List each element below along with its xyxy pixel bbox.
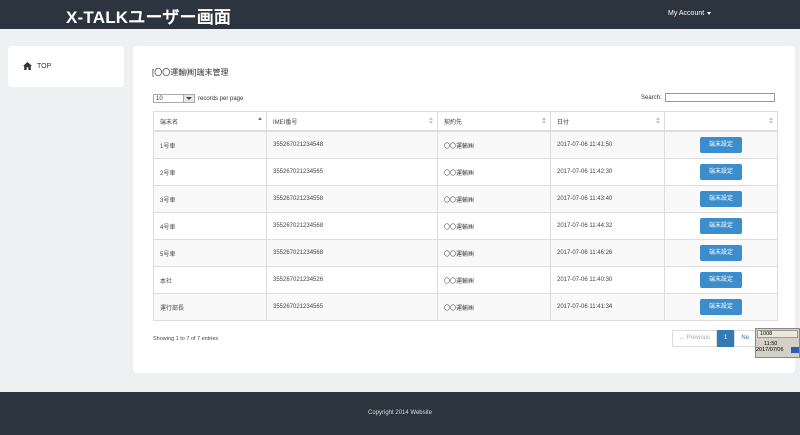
cell-contract: 〇〇運輸㈱ (437, 239, 551, 267)
ime-label: 1008 (760, 331, 773, 337)
column-header-label: IMEI番号 (273, 119, 298, 126)
table-info: Showing 1 to 7 of 7 entries (153, 336, 219, 342)
cell-contract: 〇〇運輸㈱ (437, 130, 551, 159)
terminal-settings-button[interactable]: 端末設定 (700, 164, 742, 180)
page-title: [〇〇運輸㈱]端末管理 (152, 68, 229, 77)
cell-contract: 〇〇運輸㈱ (437, 293, 551, 321)
column-header-label: 端末名 (160, 119, 179, 126)
terminal-settings-button[interactable]: 端末設定 (700, 299, 742, 315)
search-input[interactable] (664, 93, 775, 102)
app-title: X-TALKユーザー画面 (66, 8, 232, 27)
column-header-action[interactable] (664, 111, 778, 132)
cell-terminal-name: 4号車 (153, 212, 267, 240)
terminal-settings-button[interactable]: 端末設定 (700, 272, 742, 288)
cell-action: 端末設定 (664, 212, 778, 240)
my-account-label: My Account (668, 10, 705, 17)
tray-date: 2017/07/06 (756, 347, 784, 353)
cell-date: 2017-07-06 11:46:26 (550, 239, 665, 267)
terminal-table: 端末名 IMEI番号 契約先 日付 1号車 355267021234548 〇〇… (153, 111, 778, 321)
my-account-menu[interactable]: My Account (668, 10, 712, 17)
cell-terminal-name: 5号車 (153, 239, 267, 267)
cell-contract: 〇〇運輸㈱ (437, 185, 551, 213)
cell-action: 端末設定 (664, 158, 778, 186)
table-search: Search: (641, 93, 775, 102)
column-header-label: 日付 (557, 119, 570, 126)
home-icon (23, 62, 32, 70)
cell-date: 2017-07-06 11:41:34 (550, 293, 665, 321)
column-header-imei[interactable]: IMEI番号 (266, 111, 438, 132)
pagination-previous[interactable]: ← Previous (672, 330, 718, 347)
table-row: 本社 355267021234526 〇〇運輸㈱ 2017-07-06 11:4… (153, 266, 778, 294)
sort-icon (429, 117, 433, 125)
cell-action: 端末設定 (664, 130, 778, 159)
cell-terminal-name: 本社 (153, 266, 267, 294)
cell-imei: 355267021234568 (266, 212, 438, 240)
records-per-page-select[interactable]: 10 (153, 94, 195, 103)
sidebar-item-label: TOP (37, 62, 52, 70)
sidebar-item-top[interactable]: TOP (23, 62, 51, 70)
cell-date: 2017-07-06 11:40:30 (550, 266, 665, 294)
terminal-settings-button[interactable]: 端末設定 (700, 245, 742, 261)
terminal-settings-button[interactable]: 端末設定 (700, 137, 742, 153)
cell-imei: 355267021234548 (266, 130, 438, 159)
cell-action: 端末設定 (664, 266, 778, 294)
cell-terminal-name: 3号車 (153, 185, 267, 213)
sidebar: TOP (8, 46, 124, 87)
table-row: 3号車 355267021234558 〇〇運輸㈱ 2017-07-06 11:… (153, 185, 778, 213)
search-label: Search: (641, 94, 662, 101)
terminal-settings-button[interactable]: 端末設定 (700, 191, 742, 207)
cell-terminal-name: 1号車 (153, 130, 267, 159)
cell-imei: 355267021234526 (266, 266, 438, 294)
sort-icon (769, 117, 773, 125)
sort-asc-icon (258, 117, 262, 125)
cell-action: 端末設定 (664, 185, 778, 213)
sort-icon (656, 117, 660, 125)
records-per-page-value: 10 (156, 96, 163, 102)
footer: Copyright 2014 Website (0, 392, 800, 435)
ime-clock-tray: 1008 11:50 2017/07/06 (755, 328, 800, 358)
column-header-contract[interactable]: 契約先 (437, 111, 551, 132)
cell-contract: 〇〇運輸㈱ (437, 158, 551, 186)
cell-contract: 〇〇運輸㈱ (437, 212, 551, 240)
records-per-page: 10 records per page (153, 94, 243, 103)
column-header-label: 契約先 (444, 119, 463, 126)
table-row: 1号車 355267021234548 〇〇運輸㈱ 2017-07-06 11:… (153, 130, 778, 159)
cell-imei: 355267021234565 (266, 158, 438, 186)
cell-contract: 〇〇運輸㈱ (437, 266, 551, 294)
terminal-settings-button[interactable]: 端末設定 (700, 218, 742, 234)
ime-toolbar[interactable]: 1008 (757, 330, 798, 338)
sort-icon (542, 117, 546, 125)
cell-action: 端末設定 (664, 293, 778, 321)
cell-terminal-name: 運行部長 (153, 293, 267, 321)
table-row: 運行部長 355267021234565 〇〇運輸㈱ 2017-07-06 11… (153, 293, 778, 321)
records-per-page-label: records per page (198, 95, 244, 102)
copyright-text: Copyright 2014 Website (368, 410, 432, 416)
cell-imei: 355267021234565 (266, 293, 438, 321)
cell-imei: 355267021234568 (266, 239, 438, 267)
column-header-date[interactable]: 日付 (550, 111, 665, 132)
table-row: 4号車 355267021234568 〇〇運輸㈱ 2017-07-06 11:… (153, 212, 778, 240)
dropdown-arrow-icon (183, 95, 194, 102)
pagination-page-1[interactable]: 1 (717, 330, 735, 347)
table-header-row: 端末名 IMEI番号 契約先 日付 (153, 111, 778, 132)
main-panel: [〇〇運輸㈱]端末管理 10 records per page Search: … (133, 46, 795, 373)
cell-action: 端末設定 (664, 239, 778, 267)
column-header-terminal-name[interactable]: 端末名 (153, 111, 267, 132)
cell-imei: 355267021234558 (266, 185, 438, 213)
table-row: 2号車 355267021234565 〇〇運輸㈱ 2017-07-06 11:… (153, 158, 778, 186)
language-flag-icon (791, 347, 799, 353)
caret-down-icon (707, 12, 712, 15)
cell-date: 2017-07-06 11:42:30 (550, 158, 665, 186)
table-row: 5号車 355267021234568 〇〇運輸㈱ 2017-07-06 11:… (153, 239, 778, 267)
top-navbar: X-TALKユーザー画面 My Account (0, 0, 800, 29)
cell-date: 2017-07-06 11:44:32 (550, 212, 665, 240)
cell-terminal-name: 2号車 (153, 158, 267, 186)
cell-date: 2017-07-06 11:41:50 (550, 130, 665, 159)
cell-date: 2017-07-06 11:43:40 (550, 185, 665, 213)
